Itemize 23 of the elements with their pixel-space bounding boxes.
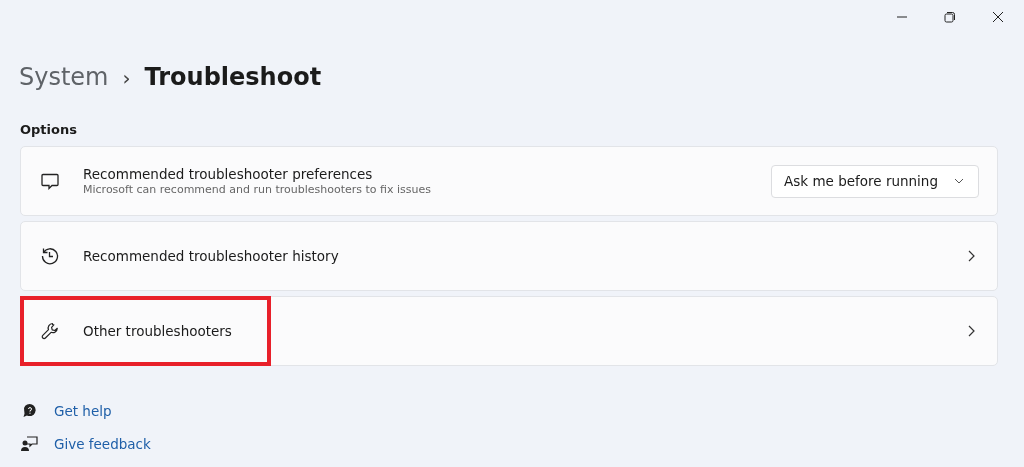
settings-card[interactable]: Recommended troubleshooter preferences Microsoft can recommend and run troubleshooters to fix issues Ask me before running: [20, 146, 998, 216]
link[interactable]: Give feedback: [54, 436, 151, 452]
restore-icon[interactable]: [944, 11, 956, 23]
settings-card[interactable]: Other troubleshooters: [20, 296, 998, 366]
chevron-right-icon: [968, 250, 975, 262]
breadcrumb-link[interactable]: System: [19, 63, 109, 91]
chevron-right-icon: [968, 325, 975, 337]
chevron-down-icon: [954, 178, 964, 184]
breadcrumb-separator: ›: [122, 66, 131, 90]
card-description: Microsoft can recommend and run troubleshooters to fix issues: [83, 183, 432, 196]
settings-card[interactable]: Recommended troubleshooter history: [20, 221, 998, 291]
dropdown[interactable]: Ask me before running: [771, 164, 979, 198]
feedback-icon: [20, 435, 38, 453]
link[interactable]: Get help: [54, 403, 112, 419]
card-title: Recommended troubleshooter preferences: [83, 166, 374, 182]
section-heading: Options: [19, 121, 78, 139]
card-title: Other troubleshooters: [83, 323, 233, 339]
chat-bubble-icon: [40, 171, 60, 191]
card-title: Recommended troubleshooter history: [83, 248, 340, 264]
close-icon[interactable]: [992, 11, 1004, 23]
page-title: Troubleshoot: [144, 63, 322, 91]
wrench-icon: [40, 321, 60, 341]
history-icon: [40, 246, 60, 266]
